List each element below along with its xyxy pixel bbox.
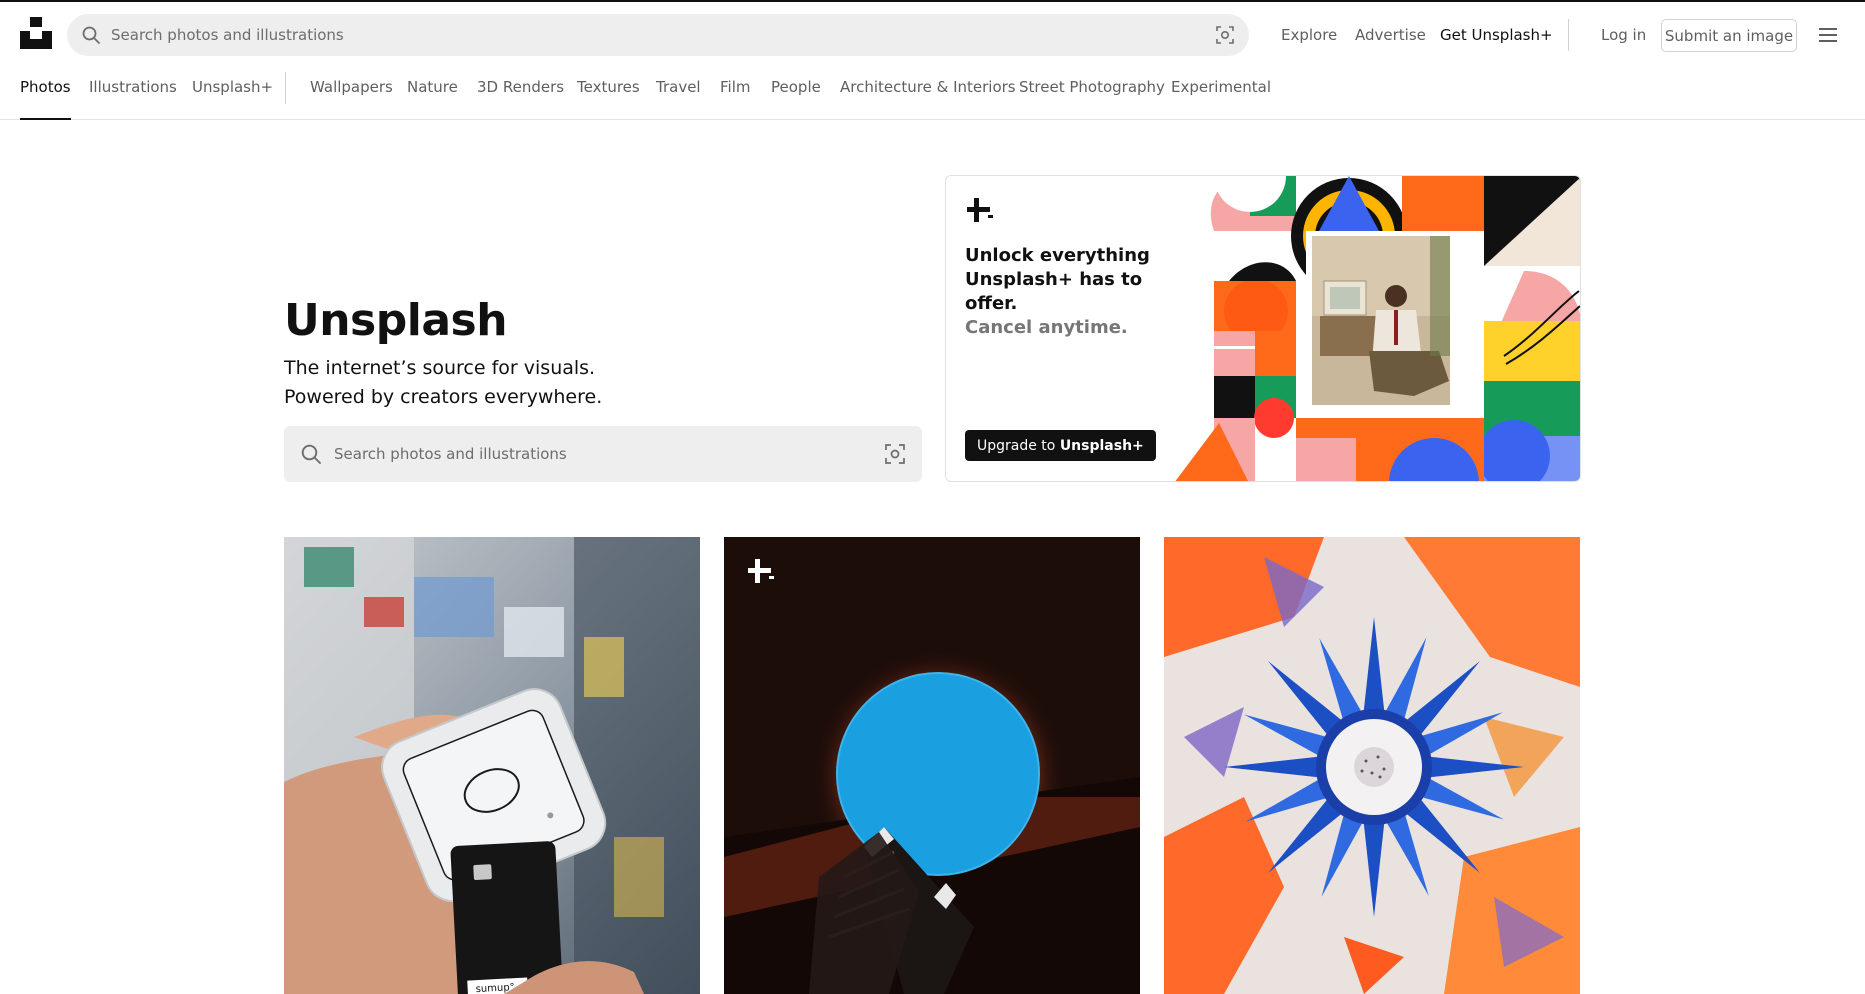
- topic-nature[interactable]: Nature: [407, 65, 458, 120]
- tab-illustrations[interactable]: Illustrations: [89, 65, 177, 120]
- header-search-bar[interactable]: [67, 14, 1249, 56]
- topic-architecture-interiors[interactable]: Architecture & Interiors: [840, 65, 1016, 120]
- topic-experimental[interactable]: Experimental: [1171, 65, 1271, 120]
- visual-search-icon[interactable]: [1215, 25, 1235, 45]
- header-divider: [1568, 19, 1569, 51]
- photo-card-payment-terminal[interactable]: sumup°: [284, 537, 700, 994]
- topic-people[interactable]: People: [771, 65, 821, 120]
- nav-advertise[interactable]: Advertise: [1355, 14, 1426, 56]
- hero-title: Unsplash: [284, 295, 508, 346]
- upgrade-button-prefix: Upgrade to: [977, 437, 1060, 454]
- promo-artwork: [1174, 176, 1580, 481]
- header-search-input[interactable]: [111, 14, 1171, 56]
- topic-textures[interactable]: Textures: [577, 65, 640, 120]
- topic-3d-renders[interactable]: 3D Renders: [477, 65, 564, 120]
- nav-get-unsplash-plus[interactable]: Get Unsplash+: [1440, 14, 1553, 56]
- nav-login[interactable]: Log in: [1601, 14, 1646, 56]
- unsplash-logo-icon[interactable]: [20, 17, 52, 49]
- unsplash-plus-promo-card[interactable]: Unlock everything Unsplash+ has to offer…: [945, 175, 1581, 482]
- unsplash-plus-icon: [965, 196, 995, 224]
- visual-search-icon[interactable]: [884, 443, 906, 465]
- search-icon[interactable]: [81, 25, 101, 45]
- upgrade-button-brand: Unsplash+: [1059, 437, 1144, 454]
- hamburger-menu-icon[interactable]: [1815, 22, 1841, 48]
- upgrade-button[interactable]: Upgrade to Unsplash+: [965, 430, 1156, 461]
- promo-headline: Unlock everything Unsplash+ has to offer…: [965, 244, 1165, 340]
- tab-unsplash-plus[interactable]: Unsplash+: [192, 65, 273, 120]
- photo-card-blue-flower[interactable]: [1164, 537, 1580, 994]
- topic-wallpapers[interactable]: Wallpapers: [310, 65, 393, 120]
- hero-search-input[interactable]: [334, 426, 854, 482]
- promo-headline-text: Unlock everything Unsplash+ has to offer…: [965, 245, 1150, 314]
- nav-explore[interactable]: Explore: [1281, 14, 1337, 56]
- promo-tagline: Cancel anytime.: [965, 317, 1128, 338]
- hero-subtitle-line-1: The internet’s source for visuals.: [284, 357, 596, 379]
- top-header: Explore Advertise Get Unsplash+ Log in S…: [0, 2, 1865, 65]
- topic-street-photography[interactable]: Street Photography: [1019, 65, 1165, 120]
- submit-image-button[interactable]: Submit an image: [1661, 19, 1797, 52]
- hero-search-bar[interactable]: [284, 426, 922, 482]
- tab-photos[interactable]: Photos: [20, 65, 71, 120]
- topic-film[interactable]: Film: [720, 65, 750, 120]
- photo-card-blue-moon[interactable]: [724, 537, 1140, 994]
- hero-subtitle-line-2: Powered by creators everywhere.: [284, 386, 603, 408]
- search-icon[interactable]: [300, 443, 322, 465]
- category-nav: Photos Illustrations Unsplash+ Wallpaper…: [0, 65, 1865, 120]
- category-divider: [285, 72, 286, 104]
- topic-travel[interactable]: Travel: [656, 65, 701, 120]
